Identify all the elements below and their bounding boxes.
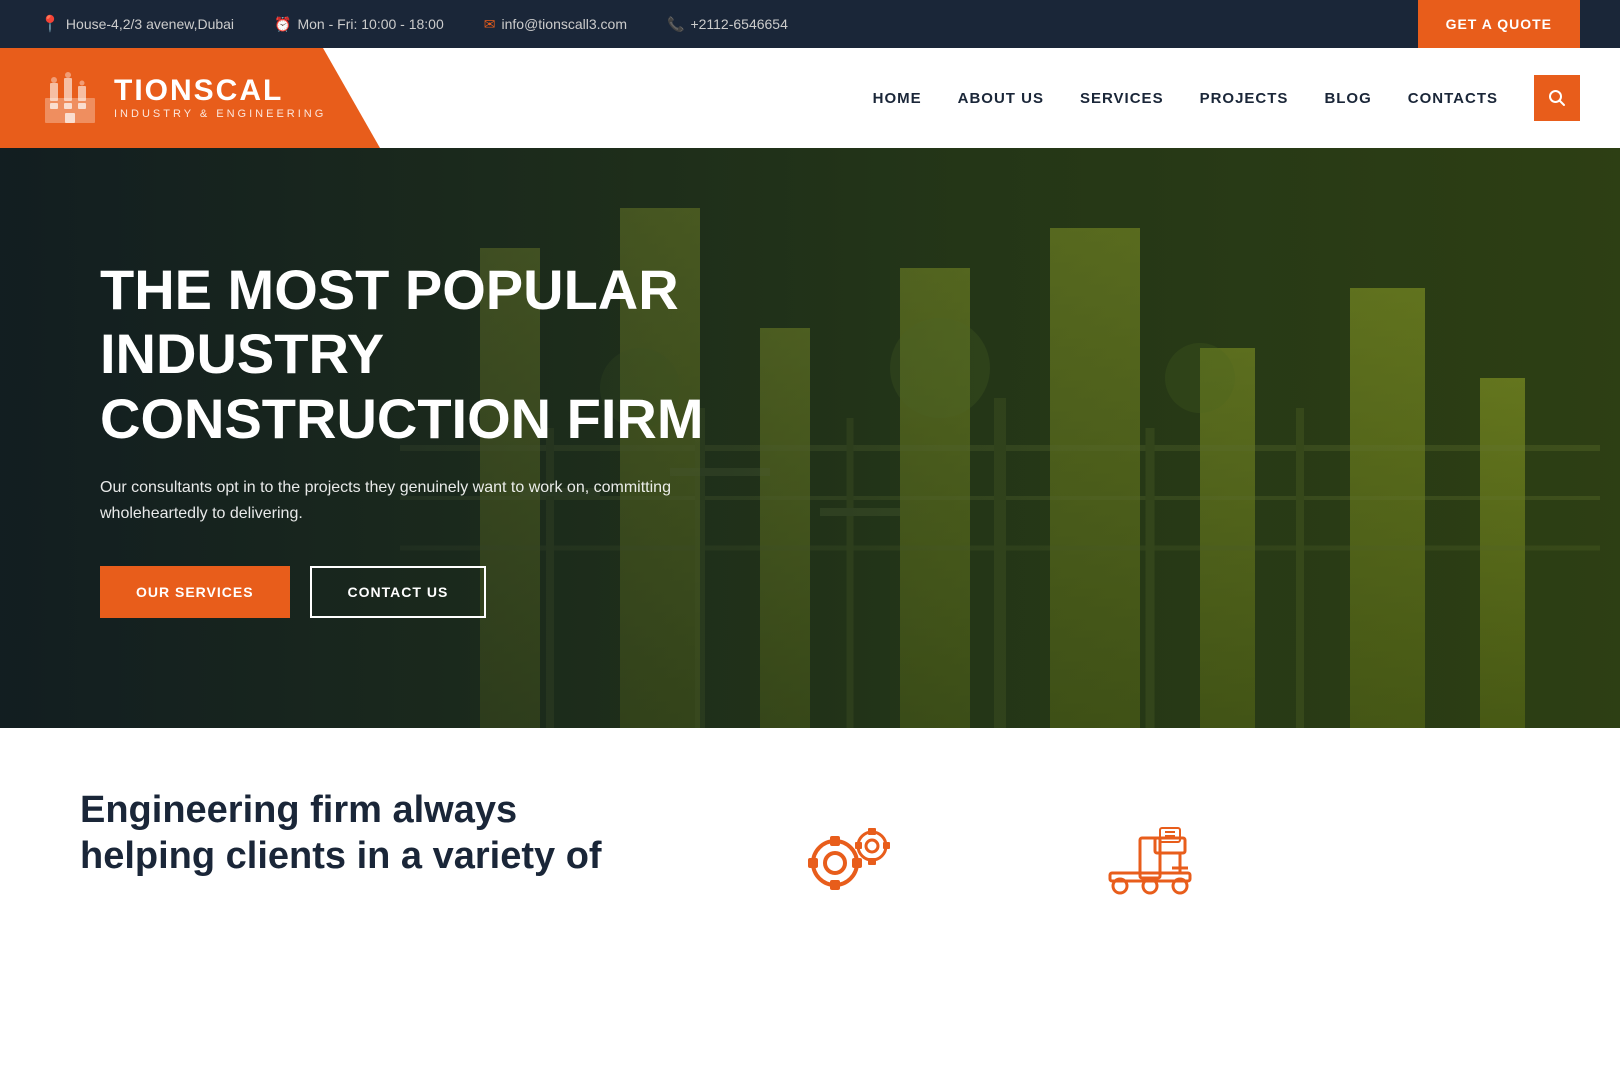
nav-contacts[interactable]: CONTACTS (1408, 90, 1498, 107)
gears-icon (800, 818, 900, 898)
phone-info: 📞 +2112-6546654 (667, 16, 788, 33)
gears-icon-box (720, 798, 980, 918)
below-hero-section: Engineering firm always helping clients … (0, 728, 1620, 928)
address-info: 📍 House-4,2/3 avenew,Dubai (40, 14, 234, 34)
below-text: Engineering firm always helping clients … (80, 788, 680, 879)
nav-home[interactable]: HOME (873, 90, 922, 107)
mail-icon: ✉ (484, 16, 496, 33)
search-button[interactable] (1534, 75, 1580, 121)
clock-icon: ⏰ (274, 16, 291, 33)
logo-icon (40, 68, 100, 128)
our-services-button[interactable]: OUR SERVICES (100, 566, 290, 618)
header: TIONSCAL INDUSTRY & ENGINEERING HOME ABO… (0, 48, 1620, 148)
search-icon (1548, 89, 1566, 107)
location-icon: 📍 (40, 14, 60, 34)
below-title: Engineering firm always helping clients … (80, 788, 680, 879)
nav-about[interactable]: ABOUT US (958, 90, 1044, 107)
hero-title: THE MOST POPULAR INDUSTRY CONSTRUCTION F… (100, 258, 900, 451)
nav-services[interactable]: SERVICES (1080, 90, 1164, 107)
get-quote-button[interactable]: GET A QUOTE (1418, 0, 1580, 48)
hours-info: ⏰ Mon - Fri: 10:00 - 18:00 (274, 16, 444, 33)
machine-icon (1100, 818, 1200, 898)
nav-blog[interactable]: BLOG (1324, 90, 1371, 107)
main-nav: HOME ABOUT US SERVICES PROJECTS BLOG CON… (380, 75, 1620, 121)
hero-content: THE MOST POPULAR INDUSTRY CONSTRUCTION F… (0, 258, 900, 618)
contact-us-button[interactable]: CONTACT US (310, 566, 487, 618)
phone-icon: 📞 (667, 16, 684, 33)
machine-icon-box (1020, 798, 1280, 918)
below-icons (720, 798, 1280, 918)
email-info: ✉ info@tionscall3.com (484, 16, 627, 33)
nav-projects[interactable]: PROJECTS (1200, 90, 1289, 107)
hero-subtitle: Our consultants opt in to the projects t… (100, 475, 720, 526)
top-bar: 📍 House-4,2/3 avenew,Dubai ⏰ Mon - Fri: … (0, 0, 1620, 48)
hero-section: THE MOST POPULAR INDUSTRY CONSTRUCTION F… (0, 148, 1620, 728)
logo-area: TIONSCAL INDUSTRY & ENGINEERING (0, 48, 380, 148)
hero-buttons: OUR SERVICES CONTACT US (100, 566, 900, 618)
logo-text: TIONSCAL INDUSTRY & ENGINEERING (114, 76, 326, 120)
top-bar-info: 📍 House-4,2/3 avenew,Dubai ⏰ Mon - Fri: … (40, 14, 1418, 34)
